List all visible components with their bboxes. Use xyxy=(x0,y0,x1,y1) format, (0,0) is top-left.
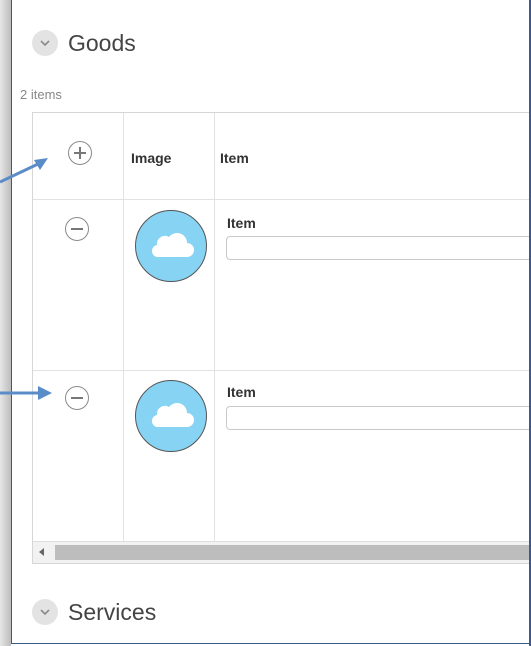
item-field-input[interactable] xyxy=(226,236,529,260)
row-divider xyxy=(33,370,529,371)
grid-header-row: Image Item xyxy=(33,113,529,199)
item-image[interactable] xyxy=(135,380,207,452)
column-divider xyxy=(123,113,124,541)
callout-arrow-icon xyxy=(0,386,52,400)
item-image[interactable] xyxy=(135,210,207,282)
callout-arrow-icon xyxy=(0,158,48,184)
add-row-button[interactable] xyxy=(68,141,92,165)
horizontal-scrollbar[interactable] xyxy=(33,541,529,563)
remove-row-button[interactable] xyxy=(65,386,89,410)
row-divider xyxy=(33,199,529,200)
item-field-label: Item xyxy=(227,215,256,231)
scroll-left-icon[interactable] xyxy=(39,548,44,556)
remove-row-button[interactable] xyxy=(65,217,89,241)
column-divider xyxy=(214,113,215,541)
page-edge-shadow xyxy=(0,0,11,646)
scrollbar-thumb[interactable] xyxy=(55,545,529,560)
cloud-icon xyxy=(151,233,194,258)
column-header-image: Image xyxy=(131,150,172,166)
goods-section-title: Goods xyxy=(68,29,136,56)
item-field-label: Item xyxy=(227,384,256,400)
goods-section-header[interactable]: Goods xyxy=(32,26,136,60)
chevron-down-icon[interactable] xyxy=(32,599,58,625)
services-section-header[interactable]: Services xyxy=(32,595,156,629)
chevron-down-icon[interactable] xyxy=(32,30,58,56)
item-count: 2 items xyxy=(20,87,62,102)
goods-grid: Image Item Item Item xyxy=(32,112,529,564)
column-header-item: Item xyxy=(220,150,249,166)
services-section-title: Services xyxy=(68,598,157,625)
item-field-input[interactable] xyxy=(226,406,529,430)
goods-section-panel: Goods 2 items Image Item Item Item Servi… xyxy=(11,0,529,644)
cloud-icon xyxy=(151,403,194,428)
